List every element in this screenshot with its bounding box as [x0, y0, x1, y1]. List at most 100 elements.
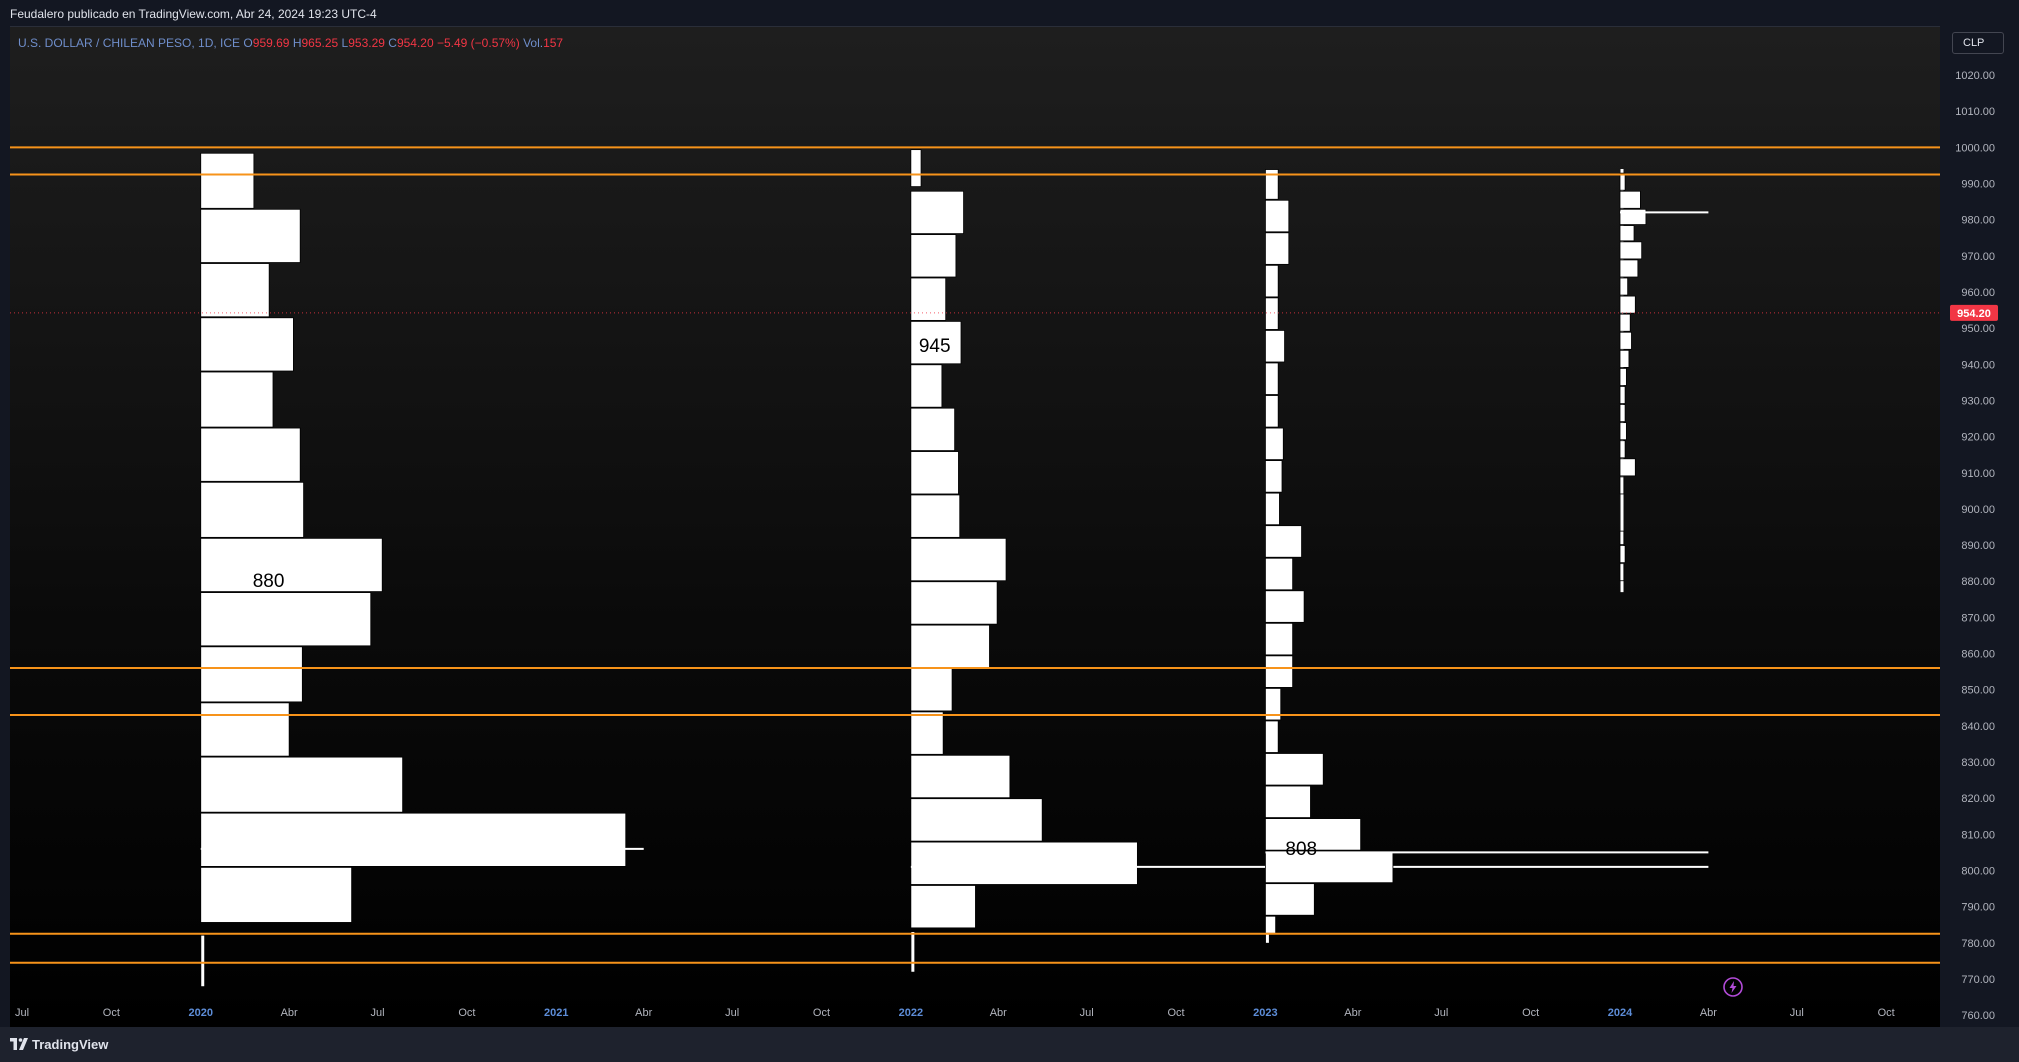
profile-bar — [910, 149, 922, 188]
time-tick-label: Oct — [1878, 1007, 1895, 1019]
time-tick-label: Jul — [15, 1007, 29, 1019]
profile-bar — [1619, 545, 1626, 564]
low-value: 953.29 — [348, 36, 385, 50]
profile-bar — [1619, 259, 1639, 278]
profile-2020: 880 — [200, 152, 644, 987]
profile-bar — [1265, 199, 1290, 233]
profile-bar — [910, 407, 956, 451]
profile-bar — [200, 481, 304, 538]
profile-bar — [910, 624, 990, 668]
footer-bar: TradingView — [0, 1027, 2019, 1062]
time-tick-label: Oct — [813, 1007, 830, 1019]
profile-bar — [1265, 590, 1305, 623]
profile-bar — [1619, 422, 1627, 441]
profile-bar — [1265, 915, 1277, 934]
close-value: 954.20 — [396, 36, 434, 50]
profile-bar — [1619, 476, 1625, 495]
profile-bar — [910, 277, 947, 321]
price-tick-label: 830.00 — [1961, 757, 1995, 769]
profile-bar — [200, 208, 301, 263]
profile-bar — [200, 317, 294, 372]
price-tick-label: 990.00 — [1961, 178, 1995, 190]
profile-bar — [1265, 395, 1279, 428]
profile-label: 808 — [1285, 839, 1317, 860]
tradingview-logo-icon — [10, 1038, 28, 1050]
profile-bar — [200, 152, 255, 209]
footer-brand[interactable]: TradingView — [32, 1037, 108, 1052]
price-tick-label: 880.00 — [1961, 576, 1995, 588]
close-label: C — [388, 36, 397, 50]
profile-bar — [1619, 530, 1625, 545]
time-tick-label: 2021 — [544, 1007, 568, 1019]
symbol-legend[interactable]: U.S. DOLLAR / CHILEAN PESO, 1D, ICE O959… — [18, 36, 563, 50]
profile-bar — [1265, 427, 1284, 461]
profile-bar — [1265, 785, 1311, 818]
profile-label: 945 — [919, 336, 951, 357]
profile-bar — [1619, 313, 1631, 332]
volume-value: 157 — [543, 36, 564, 50]
currency-button[interactable]: CLP — [1952, 32, 2004, 54]
price-axis: 1030.001020.001010.001000.00990.00980.00… — [1940, 26, 2019, 1027]
chart-svg[interactable]: 880945808 1030.001020.001010.001000.0099… — [0, 0, 2019, 1062]
profile-bar — [1265, 720, 1279, 753]
price-tick-label: 1020.00 — [1955, 70, 1995, 82]
profile-bar — [910, 537, 1007, 582]
profile-bar — [1619, 440, 1626, 459]
profile-bar — [1619, 277, 1629, 296]
profile-bar — [910, 581, 998, 625]
profile-bar — [1265, 330, 1285, 363]
profile-bar — [1265, 655, 1294, 688]
price-tick-label: 820.00 — [1961, 793, 1995, 805]
profile-bar — [1619, 458, 1636, 477]
time-tick-label: 2020 — [189, 1007, 213, 1019]
profile-bar — [200, 866, 353, 923]
profile-bar — [1265, 264, 1279, 298]
profile-bar — [910, 364, 943, 408]
profile-bar — [1619, 331, 1632, 350]
profile-bar — [1619, 172, 1626, 191]
price-tick-label: 840.00 — [1961, 721, 1995, 733]
profile-bar — [1265, 362, 1279, 395]
profile-bar — [200, 537, 383, 592]
price-tick-label: 810.00 — [1961, 829, 1995, 841]
profile-bar — [1265, 492, 1280, 526]
lightning-icon[interactable] — [1722, 976, 1744, 998]
time-tick-label: Oct — [103, 1007, 120, 1019]
profile-bar — [1265, 232, 1290, 265]
profile-bar — [1265, 297, 1279, 330]
symbol-name: U.S. DOLLAR / CHILEAN PESO, 1D, ICE — [18, 36, 241, 50]
profile-bar — [1265, 622, 1294, 656]
profile-bar — [200, 812, 627, 867]
profile-bar — [910, 754, 1011, 799]
time-tick-label: Abr — [281, 1007, 298, 1019]
profile-bar — [910, 190, 964, 235]
price-tick-label: 870.00 — [1961, 612, 1995, 624]
high-value: 965.25 — [301, 36, 339, 50]
open-value: 959.69 — [252, 36, 290, 50]
price-tick-label: 920.00 — [1961, 432, 1995, 444]
profile-bar — [910, 711, 944, 755]
price-tick-label: 900.00 — [1961, 504, 1995, 516]
price-tick-label: 910.00 — [1961, 468, 1995, 480]
profile-bar — [1265, 460, 1283, 493]
price-tick-label: 860.00 — [1961, 649, 1995, 661]
price-tick-label: 950.00 — [1961, 323, 1995, 335]
profile-bar — [910, 234, 957, 278]
price-tick-label: 1000.00 — [1955, 142, 1995, 154]
profile-bar — [200, 263, 270, 318]
time-tick-label: Jul — [725, 1007, 739, 1019]
profile-bar — [200, 427, 301, 482]
price-tick-label: 940.00 — [1961, 359, 1995, 371]
price-tick-label: 790.00 — [1961, 902, 1995, 914]
profile-bar — [1619, 349, 1630, 368]
time-tick-label: Abr — [1344, 1007, 1361, 1019]
time-tick-label: Abr — [1700, 1007, 1717, 1019]
time-tick-label: Oct — [458, 1007, 475, 1019]
price-tick-label: 770.00 — [1961, 974, 1995, 986]
profiles-layer: 880 945 808 — [200, 149, 1709, 987]
time-tick-label: 2024 — [1608, 1007, 1633, 1019]
profile-label: 880 — [253, 571, 285, 592]
time-tick-label: Jul — [371, 1007, 385, 1019]
time-tick-label: Oct — [1522, 1007, 1539, 1019]
time-tick-label: Oct — [1167, 1007, 1184, 1019]
